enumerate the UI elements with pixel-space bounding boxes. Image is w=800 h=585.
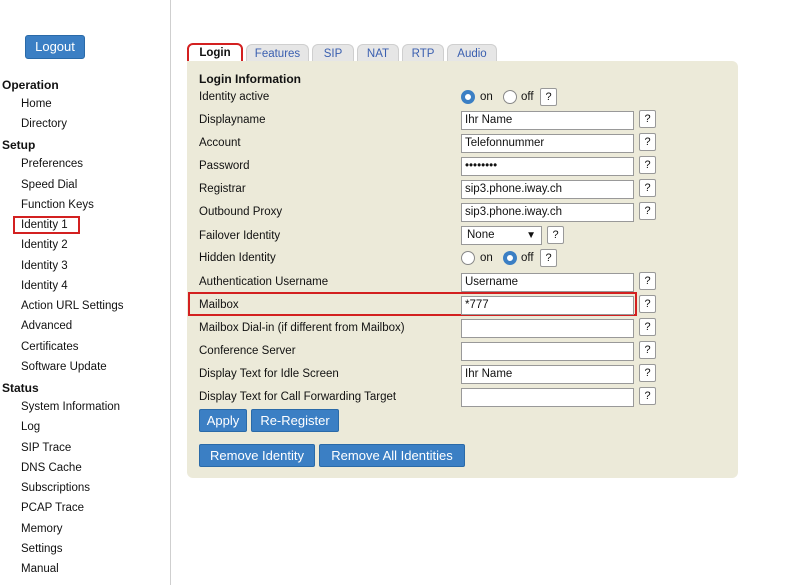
label-conference-server: Conference Server [199,345,296,357]
failover-identity-select[interactable]: None ▼ [461,226,542,245]
label-account: Account [199,137,241,149]
help-icon[interactable]: ? [639,387,656,405]
tab-login[interactable]: Login [187,43,243,63]
sidebar: Logout Operation Home Directory Setup Pr… [0,0,171,585]
help-icon[interactable]: ? [639,202,656,220]
sidebar-item-certificates[interactable]: Certificates [21,341,79,353]
sidebar-item-pcap-trace[interactable]: PCAP Trace [21,502,84,514]
account-field[interactable]: Telefonnummer [461,134,634,153]
sidebar-item-advanced[interactable]: Advanced [21,320,72,332]
sidebar-item-settings[interactable]: Settings [21,543,63,555]
sidebar-item-directory[interactable]: Directory [21,118,67,130]
label-auth-username: Authentication Username [199,276,329,288]
sidebar-item-home[interactable]: Home [21,98,52,110]
failover-identity-value: None [467,229,495,241]
hidden-identity-off-radio[interactable] [503,251,517,265]
identity-active-off-radio[interactable] [503,90,517,104]
sidebar-item-dns-cache[interactable]: DNS Cache [21,462,82,474]
label-call-forward-text: Display Text for Call Forwarding Target [199,391,397,403]
remove-all-identities-button[interactable]: Remove All Identities [319,444,465,467]
hidden-identity-on-label: on [480,252,493,264]
hidden-identity-off-label: off [521,252,534,264]
help-icon[interactable]: ? [639,364,656,382]
sidebar-item-function-keys[interactable]: Function Keys [21,199,94,211]
label-idle-text: Display Text for Idle Screen [199,368,339,380]
registrar-field[interactable]: sip3.phone.iway.ch [461,180,634,199]
identity-active-off-label: off [521,91,534,103]
tab-features[interactable]: Features [246,44,309,62]
identity-active-on-radio[interactable] [461,90,475,104]
idle-text-field[interactable]: Ihr Name [461,365,634,384]
tab-sip[interactable]: SIP [312,44,354,62]
help-icon[interactable]: ? [639,295,656,313]
sidebar-item-system-information[interactable]: System Information [21,401,120,413]
sidebar-item-memory[interactable]: Memory [21,523,63,535]
label-outbound-proxy: Outbound Proxy [199,206,283,218]
label-mailbox: Mailbox [199,299,239,311]
auth-username-field[interactable]: Username [461,273,634,292]
call-forward-text-field[interactable] [461,388,634,407]
sidebar-item-software-update[interactable]: Software Update [21,361,107,373]
help-icon[interactable]: ? [540,88,557,106]
label-registrar: Registrar [199,183,246,195]
label-displayname: Displayname [199,114,266,126]
password-field[interactable]: •••••••• [461,157,634,176]
section-operation: Operation [2,78,59,92]
logout-button[interactable]: Logout [25,35,85,59]
sidebar-item-action-url[interactable]: Action URL Settings [21,300,123,312]
sidebar-item-identity-2[interactable]: Identity 2 [21,239,68,251]
identity-1-highlight [13,216,80,234]
section-status: Status [2,381,39,395]
tab-rtp[interactable]: RTP [402,44,444,62]
remove-identity-button[interactable]: Remove Identity [199,444,315,467]
tab-audio[interactable]: Audio [447,44,497,62]
help-icon[interactable]: ? [639,133,656,151]
label-identity-active: Identity active [199,91,270,103]
help-icon[interactable]: ? [547,226,564,244]
identity-active-on-label: on [480,91,493,103]
help-icon[interactable]: ? [639,272,656,290]
displayname-field[interactable]: Ihr Name [461,111,634,130]
sidebar-item-preferences[interactable]: Preferences [21,158,83,170]
mailbox-field[interactable]: *777 [461,296,634,315]
outbound-proxy-field[interactable]: sip3.phone.iway.ch [461,203,634,222]
panel-title: Login Information [199,72,301,86]
hidden-identity-on-radio[interactable] [461,251,475,265]
sidebar-item-identity-3[interactable]: Identity 3 [21,260,68,272]
tab-nat[interactable]: NAT [357,44,399,62]
section-setup: Setup [2,138,36,152]
help-icon[interactable]: ? [540,249,557,267]
label-mailbox-dialin: Mailbox Dial-in (if different from Mailb… [199,322,405,334]
help-icon[interactable]: ? [639,110,656,128]
help-icon[interactable]: ? [639,318,656,336]
help-icon[interactable]: ? [639,341,656,359]
reregister-button[interactable]: Re-Register [251,409,339,432]
help-icon[interactable]: ? [639,156,656,174]
sidebar-item-speed-dial[interactable]: Speed Dial [21,179,77,191]
label-failover-identity: Failover Identity [199,230,281,242]
sidebar-item-sip-trace[interactable]: SIP Trace [21,442,71,454]
help-icon[interactable]: ? [639,179,656,197]
sidebar-item-manual[interactable]: Manual [21,563,59,575]
mailbox-dialin-field[interactable] [461,319,634,338]
label-hidden-identity: Hidden Identity [199,252,276,264]
sidebar-item-identity-4[interactable]: Identity 4 [21,280,68,292]
sidebar-item-subscriptions[interactable]: Subscriptions [21,482,90,494]
chevron-down-icon: ▼ [526,230,536,241]
label-password: Password [199,160,250,172]
conference-server-field[interactable] [461,342,634,361]
sidebar-item-log[interactable]: Log [21,421,40,433]
apply-button[interactable]: Apply [199,409,247,432]
